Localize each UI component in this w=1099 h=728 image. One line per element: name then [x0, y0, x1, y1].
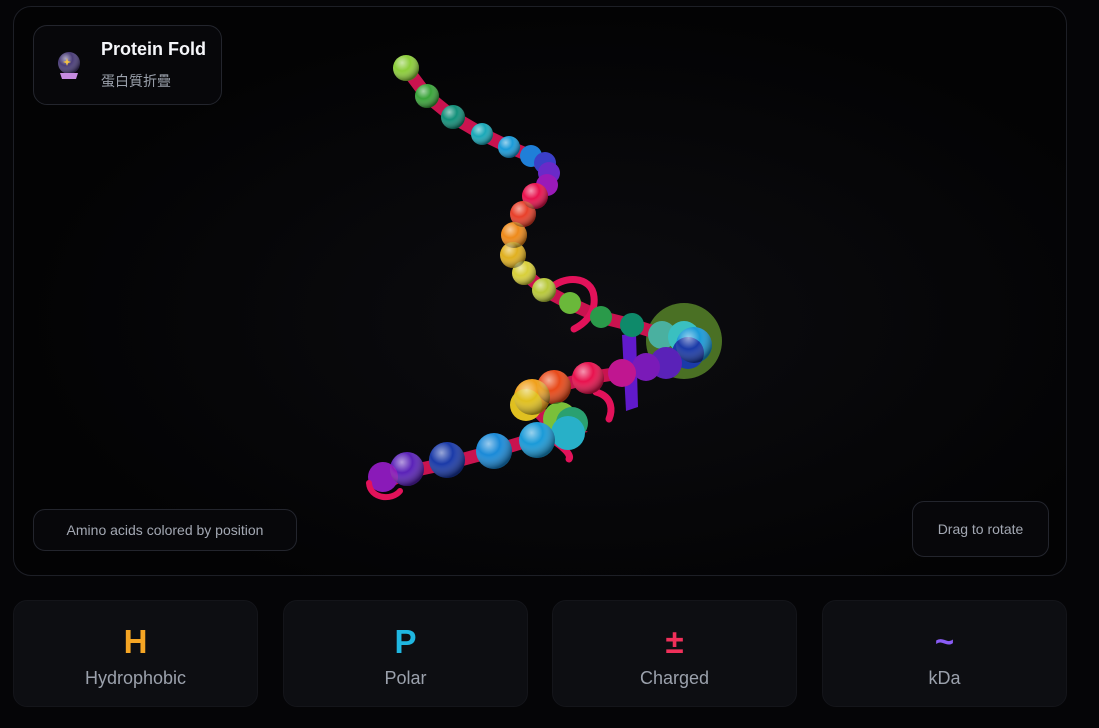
- hydrophobic-glyph: H: [123, 623, 148, 660]
- charged-glyph: ±: [665, 623, 684, 660]
- kda-glyph: ~: [934, 623, 955, 660]
- polar-glyph: P: [394, 623, 417, 660]
- protein-viewer[interactable]: Protein Fold 蛋白質折疊 Amino acids colored b…: [13, 6, 1067, 576]
- hydrophobic-label: Hydrophobic: [84, 668, 187, 688]
- polar-label: Polar: [384, 668, 427, 688]
- stat-card-charged: ± Charged: [552, 600, 797, 707]
- crystal-ball-icon: [56, 51, 82, 81]
- stat-card-hydrophobic: H Hydrophobic: [13, 600, 258, 707]
- stat-card-kda: ~ kDa: [822, 600, 1067, 707]
- color-legend-note: Amino acids colored by position: [33, 509, 297, 551]
- stat-card-polar: P Polar: [283, 600, 528, 707]
- drag-to-rotate-hint: Drag to rotate: [912, 501, 1049, 557]
- kda-label: kDa: [928, 668, 961, 688]
- app-title-card: Protein Fold 蛋白質折疊: [33, 25, 222, 105]
- app-title: Protein Fold: [101, 39, 206, 59]
- app-subtitle: 蛋白質折疊: [101, 74, 171, 90]
- charged-label: Charged: [639, 668, 710, 688]
